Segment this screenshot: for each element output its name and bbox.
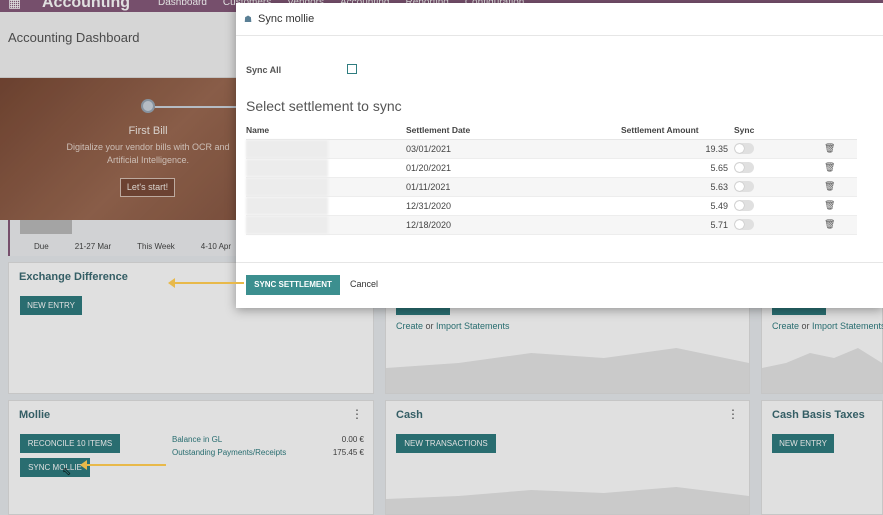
- cash-graph: [386, 487, 749, 514]
- create-import-link-right: Create or Import Statements: [772, 321, 883, 331]
- trash-icon[interactable]: 🗑: [824, 143, 835, 153]
- annotation-arrow-sync-settlement: [168, 278, 244, 288]
- table-row[interactable]: 01/11/2021 5.63 🗑: [246, 177, 857, 197]
- cash-basis-taxes-card: Cash Basis Taxes NEW ENTRY: [761, 400, 883, 515]
- cancel-button[interactable]: Cancel: [350, 279, 378, 289]
- home-icon: ☗: [244, 14, 253, 24]
- card-title-cash-basis: Cash Basis Taxes: [772, 409, 865, 421]
- annotation-arrow-sync-mollie: [80, 460, 166, 470]
- card-title-mollie: Mollie: [19, 409, 51, 421]
- onboarding-banner: First Bill Digitalize your vendor bills …: [0, 78, 236, 220]
- new-entry-button-cash-basis[interactable]: NEW ENTRY: [772, 434, 834, 453]
- col-name[interactable]: Name: [246, 122, 406, 140]
- create-link[interactable]: Create: [396, 321, 423, 331]
- redacted-name: [246, 139, 328, 158]
- aging-label-thisweek: This Week: [137, 242, 175, 251]
- col-settlement-date[interactable]: Settlement Date: [406, 122, 621, 140]
- outstanding-payments-label[interactable]: Outstanding Payments/Receipts: [172, 448, 286, 457]
- bank-graph: [386, 348, 749, 393]
- dialog-footer: SYNC SETTLEMENT Cancel: [236, 262, 883, 308]
- aging-label-week1: 21-27 Mar: [74, 242, 112, 251]
- settlement-date: 01/11/2021: [406, 177, 621, 197]
- sync-all-label: Sync All: [246, 65, 282, 75]
- settlement-date: 12/31/2020: [406, 196, 621, 216]
- col-settlement-amount[interactable]: Settlement Amount: [621, 122, 734, 140]
- aging-graph: Due 21-27 Mar This Week 4-10 Apr: [8, 220, 236, 256]
- settlement-date: 03/01/2021: [406, 139, 621, 159]
- redacted-name: [246, 196, 328, 215]
- trash-icon[interactable]: 🗑: [824, 181, 835, 191]
- app-name: Accounting: [42, 0, 130, 11]
- import-statements-link[interactable]: Import Statements: [436, 321, 510, 331]
- menu-dashboard[interactable]: Dashboard: [158, 0, 207, 8]
- balance-gl-value: 0.00 €: [341, 435, 364, 444]
- sync-toggle[interactable]: [734, 162, 754, 174]
- section-title: Select settlement to sync: [246, 98, 402, 114]
- aging-bar: [20, 220, 72, 234]
- onboarding-step-dot: [141, 99, 155, 113]
- settlement-amount: 19.35: [621, 139, 734, 159]
- trash-icon[interactable]: 🗑: [824, 162, 835, 172]
- redacted-name: [246, 215, 328, 234]
- create-import-link: Create or Import Statements: [396, 321, 510, 331]
- onboarding-step-line: [155, 106, 236, 108]
- table-row[interactable]: 01/20/2021 5.65 🗑: [246, 158, 857, 178]
- import-statements-link-right[interactable]: Import Statements: [812, 321, 883, 331]
- kebab-menu-icon-cash[interactable]: ⋮: [727, 407, 739, 421]
- trash-icon[interactable]: 🗑: [824, 219, 835, 229]
- balance-gl-label[interactable]: Balance in GL: [172, 435, 222, 444]
- settlement-amount: 5.49: [621, 196, 734, 216]
- apps-grid-icon[interactable]: ▦: [8, 0, 21, 11]
- lets-start-button[interactable]: Let's start!: [120, 178, 175, 197]
- settlement-date: 01/20/2021: [406, 158, 621, 178]
- settlement-amount: 5.63: [621, 177, 734, 197]
- sync-all-checkbox[interactable]: [347, 64, 357, 74]
- aging-label-due: Due: [34, 242, 49, 251]
- table-row[interactable]: 12/18/2020 5.71 🗑: [246, 215, 857, 235]
- outstanding-payments-value: 175.45 €: [332, 448, 364, 457]
- trash-icon[interactable]: 🗑: [824, 200, 835, 210]
- link-separator: or: [423, 321, 437, 331]
- sync-toggle[interactable]: [734, 219, 754, 231]
- kebab-menu-icon[interactable]: ⋮: [351, 407, 363, 421]
- sync-settlement-button[interactable]: SYNC SETTLEMENT: [246, 275, 340, 295]
- page-title: Accounting Dashboard: [8, 30, 140, 45]
- aging-label-week2: 4-10 Apr: [200, 242, 232, 251]
- table-row[interactable]: 03/01/2021 19.35 🗑: [246, 139, 857, 159]
- settlement-amount: 5.71: [621, 215, 734, 235]
- new-transactions-button[interactable]: NEW TRANSACTIONS: [396, 434, 496, 453]
- sync-mollie-dialog: ☗ Sync mollie Sync All Select settlement…: [236, 3, 883, 308]
- col-delete: [824, 122, 857, 140]
- bank-graph-right: [762, 348, 882, 393]
- sync-toggle[interactable]: [734, 200, 754, 212]
- onboarding-description: Digitalize your vendor bills with OCR an…: [66, 142, 230, 165]
- redacted-name: [246, 177, 328, 196]
- cash-card: Cash ⋮ NEW TRANSACTIONS: [385, 400, 750, 515]
- settlement-table: Name Settlement Date Settlement Amount S…: [246, 122, 857, 235]
- redacted-name: [246, 158, 328, 177]
- sync-toggle[interactable]: [734, 143, 754, 155]
- new-entry-button[interactable]: NEW ENTRY: [20, 296, 82, 315]
- settlement-amount: 5.65: [621, 158, 734, 178]
- create-link-right[interactable]: Create: [772, 321, 799, 331]
- mollie-card: Mollie ⋮ RECONCILE 10 ITEMS SYNC MOLLIE …: [8, 400, 374, 515]
- table-row[interactable]: 12/31/2020 5.49 🗑: [246, 196, 857, 216]
- mouse-cursor-icon: ⬁: [62, 466, 72, 478]
- settlement-date: 12/18/2020: [406, 215, 621, 235]
- sync-toggle[interactable]: [734, 181, 754, 193]
- dialog-title: Sync mollie: [258, 13, 315, 25]
- reconcile-items-button[interactable]: RECONCILE 10 ITEMS: [20, 434, 120, 453]
- card-title: Exchange Difference: [19, 271, 128, 283]
- table-header-row: Name Settlement Date Settlement Amount S…: [246, 122, 857, 140]
- card-title-cash: Cash: [396, 409, 423, 421]
- aging-labels: Due 21-27 Mar This Week 4-10 Apr: [34, 242, 231, 251]
- col-sync[interactable]: Sync: [734, 122, 824, 140]
- link-separator-right: or: [799, 321, 813, 331]
- dialog-header: ☗ Sync mollie: [236, 3, 883, 36]
